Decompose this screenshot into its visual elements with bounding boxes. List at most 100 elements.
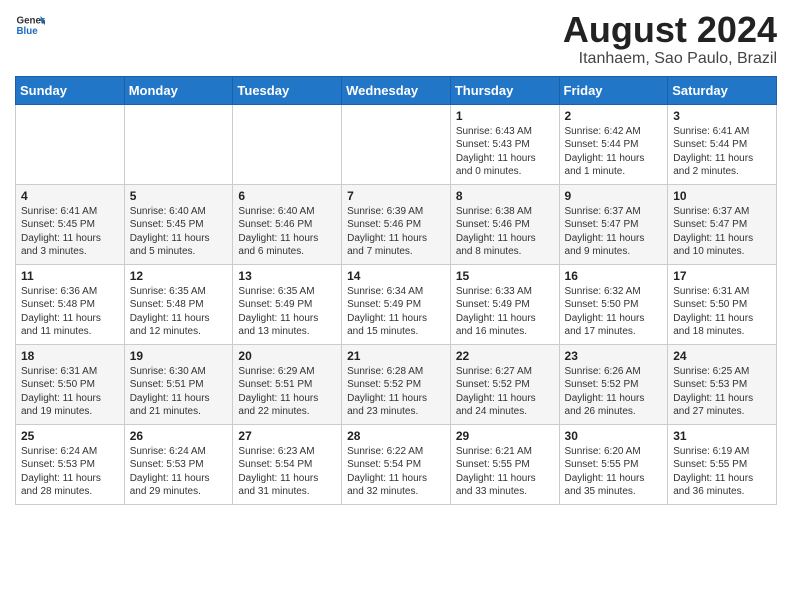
calendar-cell: 27Sunrise: 6:23 AMSunset: 5:54 PMDayligh…	[233, 424, 342, 504]
day-number: 14	[347, 269, 445, 283]
day-info: Sunrise: 6:34 AM	[347, 285, 445, 299]
day-info: Daylight: 11 hours and 0 minutes.	[456, 152, 554, 179]
day-info: Sunset: 5:44 PM	[673, 138, 771, 152]
calendar-cell: 12Sunrise: 6:35 AMSunset: 5:48 PMDayligh…	[124, 264, 233, 344]
day-info: Sunset: 5:50 PM	[21, 378, 119, 392]
day-number: 10	[673, 189, 771, 203]
day-info: Daylight: 11 hours and 9 minutes.	[565, 232, 663, 259]
day-info: Daylight: 11 hours and 7 minutes.	[347, 232, 445, 259]
calendar-cell: 21Sunrise: 6:28 AMSunset: 5:52 PMDayligh…	[342, 344, 451, 424]
day-info: Sunset: 5:47 PM	[673, 218, 771, 232]
day-info: Sunset: 5:47 PM	[565, 218, 663, 232]
calendar-cell: 4Sunrise: 6:41 AMSunset: 5:45 PMDaylight…	[16, 184, 125, 264]
day-info: Sunset: 5:44 PM	[565, 138, 663, 152]
day-info: Daylight: 11 hours and 3 minutes.	[21, 232, 119, 259]
calendar-cell: 5Sunrise: 6:40 AMSunset: 5:45 PMDaylight…	[124, 184, 233, 264]
day-info: Sunrise: 6:22 AM	[347, 445, 445, 459]
day-info: Sunrise: 6:31 AM	[21, 365, 119, 379]
day-info: Daylight: 11 hours and 23 minutes.	[347, 392, 445, 419]
day-info: Sunrise: 6:24 AM	[21, 445, 119, 459]
day-header-wednesday: Wednesday	[342, 76, 451, 104]
day-info: Daylight: 11 hours and 27 minutes.	[673, 392, 771, 419]
day-number: 20	[238, 349, 336, 363]
day-info: Daylight: 11 hours and 29 minutes.	[130, 472, 228, 499]
day-info: Daylight: 11 hours and 15 minutes.	[347, 312, 445, 339]
page-header: General Blue August 2024 Itanhaem, Sao P…	[15, 10, 777, 68]
day-info: Sunrise: 6:33 AM	[456, 285, 554, 299]
day-number: 1	[456, 109, 554, 123]
day-number: 29	[456, 429, 554, 443]
day-header-sunday: Sunday	[16, 76, 125, 104]
day-info: Daylight: 11 hours and 1 minute.	[565, 152, 663, 179]
month-title: August 2024	[563, 10, 777, 50]
calendar-week-row: 11Sunrise: 6:36 AMSunset: 5:48 PMDayligh…	[16, 264, 777, 344]
day-number: 17	[673, 269, 771, 283]
calendar-cell: 28Sunrise: 6:22 AMSunset: 5:54 PMDayligh…	[342, 424, 451, 504]
day-header-friday: Friday	[559, 76, 668, 104]
day-info: Sunset: 5:53 PM	[130, 458, 228, 472]
day-info: Daylight: 11 hours and 11 minutes.	[21, 312, 119, 339]
calendar-cell: 20Sunrise: 6:29 AMSunset: 5:51 PMDayligh…	[233, 344, 342, 424]
logo: General Blue	[15, 10, 45, 40]
day-number: 11	[21, 269, 119, 283]
day-info: Daylight: 11 hours and 21 minutes.	[130, 392, 228, 419]
day-number: 24	[673, 349, 771, 363]
day-info: Sunrise: 6:35 AM	[238, 285, 336, 299]
calendar-cell: 7Sunrise: 6:39 AMSunset: 5:46 PMDaylight…	[342, 184, 451, 264]
calendar-week-row: 1Sunrise: 6:43 AMSunset: 5:43 PMDaylight…	[16, 104, 777, 184]
day-number: 2	[565, 109, 663, 123]
day-info: Sunset: 5:55 PM	[456, 458, 554, 472]
day-info: Daylight: 11 hours and 28 minutes.	[21, 472, 119, 499]
calendar-cell: 14Sunrise: 6:34 AMSunset: 5:49 PMDayligh…	[342, 264, 451, 344]
day-info: Sunrise: 6:40 AM	[130, 205, 228, 219]
day-info: Sunrise: 6:21 AM	[456, 445, 554, 459]
day-info: Daylight: 11 hours and 17 minutes.	[565, 312, 663, 339]
day-info: Daylight: 11 hours and 5 minutes.	[130, 232, 228, 259]
day-info: Sunset: 5:52 PM	[347, 378, 445, 392]
calendar-cell: 6Sunrise: 6:40 AMSunset: 5:46 PMDaylight…	[233, 184, 342, 264]
day-info: Daylight: 11 hours and 33 minutes.	[456, 472, 554, 499]
day-info: Sunset: 5:49 PM	[238, 298, 336, 312]
day-info: Sunset: 5:45 PM	[21, 218, 119, 232]
day-number: 22	[456, 349, 554, 363]
day-number: 15	[456, 269, 554, 283]
day-number: 31	[673, 429, 771, 443]
calendar-cell: 18Sunrise: 6:31 AMSunset: 5:50 PMDayligh…	[16, 344, 125, 424]
calendar-cell: 2Sunrise: 6:42 AMSunset: 5:44 PMDaylight…	[559, 104, 668, 184]
day-info: Sunset: 5:52 PM	[565, 378, 663, 392]
day-info: Sunset: 5:54 PM	[238, 458, 336, 472]
calendar-cell: 15Sunrise: 6:33 AMSunset: 5:49 PMDayligh…	[450, 264, 559, 344]
day-header-thursday: Thursday	[450, 76, 559, 104]
day-header-saturday: Saturday	[668, 76, 777, 104]
location-subtitle: Itanhaem, Sao Paulo, Brazil	[563, 50, 777, 68]
day-info: Daylight: 11 hours and 35 minutes.	[565, 472, 663, 499]
day-info: Sunrise: 6:40 AM	[238, 205, 336, 219]
day-info: Daylight: 11 hours and 12 minutes.	[130, 312, 228, 339]
day-info: Daylight: 11 hours and 13 minutes.	[238, 312, 336, 339]
calendar-cell	[342, 104, 451, 184]
day-info: Sunrise: 6:35 AM	[130, 285, 228, 299]
day-info: Sunrise: 6:38 AM	[456, 205, 554, 219]
calendar-cell: 16Sunrise: 6:32 AMSunset: 5:50 PMDayligh…	[559, 264, 668, 344]
logo-icon: General Blue	[15, 10, 45, 40]
day-number: 21	[347, 349, 445, 363]
day-info: Sunset: 5:46 PM	[347, 218, 445, 232]
day-info: Daylight: 11 hours and 8 minutes.	[456, 232, 554, 259]
day-info: Sunrise: 6:30 AM	[130, 365, 228, 379]
day-info: Daylight: 11 hours and 6 minutes.	[238, 232, 336, 259]
day-number: 23	[565, 349, 663, 363]
calendar-cell: 24Sunrise: 6:25 AMSunset: 5:53 PMDayligh…	[668, 344, 777, 424]
calendar-cell: 26Sunrise: 6:24 AMSunset: 5:53 PMDayligh…	[124, 424, 233, 504]
day-info: Daylight: 11 hours and 26 minutes.	[565, 392, 663, 419]
day-info: Daylight: 11 hours and 19 minutes.	[21, 392, 119, 419]
day-number: 3	[673, 109, 771, 123]
day-number: 27	[238, 429, 336, 443]
day-info: Sunset: 5:49 PM	[456, 298, 554, 312]
svg-text:Blue: Blue	[17, 26, 39, 37]
calendar-cell: 17Sunrise: 6:31 AMSunset: 5:50 PMDayligh…	[668, 264, 777, 344]
calendar-cell: 9Sunrise: 6:37 AMSunset: 5:47 PMDaylight…	[559, 184, 668, 264]
day-number: 7	[347, 189, 445, 203]
day-info: Sunrise: 6:31 AM	[673, 285, 771, 299]
calendar-cell: 13Sunrise: 6:35 AMSunset: 5:49 PMDayligh…	[233, 264, 342, 344]
calendar-cell: 29 Sunrise: 6:21 AMSunset: 5:55 PMDayligh…	[450, 424, 559, 504]
